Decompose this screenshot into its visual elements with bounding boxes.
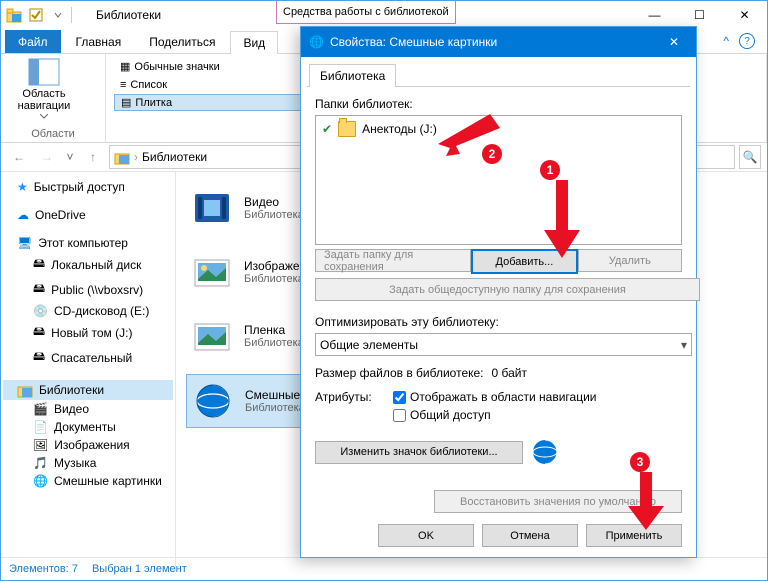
nav-libraries[interactable]: Библиотеки — [3, 380, 173, 400]
nav-pane-button[interactable]: Область навигации — [9, 58, 79, 119]
nav-lib-music[interactable]: 🎵Музыка — [3, 454, 173, 472]
window-title: Библиотеки — [96, 8, 161, 22]
up-button[interactable]: ↑ — [81, 145, 105, 169]
set-save-folder-button: Задать папку для сохранения — [315, 249, 471, 272]
disk-icon: 🖴 — [33, 254, 45, 275]
annotation-arrow-3 — [626, 472, 666, 532]
maximize-button[interactable]: ☐ — [677, 1, 722, 29]
libraries-icon — [114, 149, 130, 165]
folder-icon — [338, 121, 356, 137]
nav-lib-funny[interactable]: 🌐Смешные картинки — [3, 472, 173, 490]
annotation-marker-2: 2 — [482, 144, 502, 164]
dialog-close-button[interactable]: ✕ — [660, 35, 688, 49]
qat-sep — [71, 7, 72, 23]
tab-library[interactable]: Библиотека — [309, 64, 396, 87]
qat-checkbox-icon[interactable] — [27, 6, 45, 24]
optimize-label: Оптимизировать эту библиотеку: — [315, 315, 682, 329]
network-drive-icon: 🖴 — [33, 279, 45, 300]
video-library-icon — [192, 188, 232, 228]
tab-view[interactable]: Вид — [230, 31, 278, 54]
optimize-select[interactable]: Общие элементы▾ — [315, 333, 692, 356]
dialog-tab-strip: Библиотека — [307, 63, 690, 87]
chevron-down-icon: ▾ — [681, 338, 687, 352]
navigation-pane: ★Быстрый доступ ☁OneDrive 🖥Этот компьюте… — [1, 172, 176, 571]
annotation-marker-1: 1 — [540, 160, 560, 180]
nav-new-volume[interactable]: 🖴Новый том (J:) — [3, 320, 173, 345]
cd-icon: 💿 — [33, 304, 48, 318]
recent-dropdown[interactable]: ˅ — [63, 145, 77, 169]
annotation-arrow-1 — [542, 180, 582, 260]
title-bar: Библиотеки Средства работы с библиотекой… — [1, 1, 767, 29]
nav-onedrive[interactable]: ☁OneDrive — [3, 206, 173, 224]
ribbon-group-areas: Области — [9, 128, 97, 140]
nav-pane-icon — [28, 58, 60, 86]
tile-icon: ▤ — [121, 96, 131, 109]
video-icon: 🎬 — [33, 402, 48, 416]
nav-lib-pictures[interactable]: 🖼Изображения — [3, 436, 173, 454]
music-icon: 🎵 — [33, 456, 48, 470]
shared-access-checkbox[interactable]: Общий доступ — [393, 408, 596, 422]
star-icon: ★ — [17, 180, 28, 194]
chevron-down-icon — [40, 114, 48, 119]
funny-library-icon — [193, 381, 233, 421]
folder-buttons-row: Задать папку для сохранения Добавить... … — [315, 249, 682, 274]
size-label: Размер файлов в библиотеке: — [315, 366, 484, 380]
status-selection: Выбран 1 элемент — [92, 563, 187, 575]
qat-dropdown-icon[interactable] — [49, 6, 67, 24]
tab-file[interactable]: Файл — [5, 30, 61, 53]
minimize-button[interactable]: — — [632, 1, 677, 29]
disk-icon: 🖴 — [33, 322, 45, 343]
ok-button[interactable]: OK — [378, 524, 474, 547]
tab-share[interactable]: Поделиться — [136, 30, 228, 53]
cancel-button[interactable]: Отмена — [482, 524, 578, 547]
remove-folder-button: Удалить — [578, 249, 682, 272]
tab-home[interactable]: Главная — [63, 30, 135, 53]
film-library-icon — [192, 316, 232, 356]
icons-icon: ▦ — [120, 60, 130, 73]
show-in-nav-pane-checkbox[interactable]: Отображать в области навигации — [393, 390, 596, 404]
forward-button[interactable]: → — [35, 145, 59, 169]
back-button[interactable]: ← — [7, 145, 31, 169]
dialog-titlebar[interactable]: 🌐 Свойства: Смешные картинки ✕ — [301, 27, 696, 57]
check-icon: ✔ — [322, 122, 332, 136]
search-icon: 🔍 — [743, 150, 758, 164]
nav-rescue[interactable]: 🖴Спасательный — [3, 345, 173, 370]
nav-quick-access[interactable]: ★Быстрый доступ — [3, 178, 173, 196]
nav-this-pc[interactable]: 🖥Этот компьютер — [3, 234, 173, 252]
globe-icon: 🌐 — [309, 35, 324, 49]
status-item-count: Элементов: 7 — [9, 563, 78, 575]
status-bar: Элементов: 7 Выбран 1 элемент — [1, 557, 767, 580]
current-library-icon — [531, 438, 559, 466]
attributes-label: Атрибуты: — [315, 390, 385, 404]
folders-label: Папки библиотек: — [315, 97, 682, 111]
dialog-title: Свойства: Смешные картинки — [330, 35, 497, 49]
size-value: 0 байт — [492, 366, 527, 380]
set-public-save-folder-button: Задать общедоступную папку для сохранени… — [315, 278, 700, 301]
app-icon — [5, 6, 23, 24]
nav-lib-documents[interactable]: 📄Документы — [3, 418, 173, 436]
search-box[interactable]: 🔍 — [739, 145, 761, 169]
globe-icon: 🌐 — [33, 474, 48, 488]
pictures-library-icon — [192, 252, 232, 292]
change-icon-button[interactable]: Изменить значок библиотеки... — [315, 441, 523, 464]
annotation-marker-3: 3 — [630, 452, 650, 472]
nav-cd-drive[interactable]: 💿CD-дисковод (E:) — [3, 302, 173, 320]
documents-icon: 📄 — [33, 420, 48, 434]
disk-icon: 🖴 — [33, 347, 45, 368]
pc-icon: 🖥 — [17, 236, 32, 250]
ribbon-collapse-icon[interactable]: ^ — [723, 34, 729, 48]
close-button[interactable]: ✕ — [722, 1, 767, 29]
nav-public-share[interactable]: 🖴Public (\\vboxsrv) — [3, 277, 173, 302]
nav-local-disk[interactable]: 🖴Локальный диск — [3, 252, 173, 277]
contextual-tab-title: Средства работы с библиотекой — [276, 1, 456, 24]
list-icon: ≡ — [120, 79, 126, 91]
libraries-icon — [17, 382, 33, 398]
cloud-icon: ☁ — [17, 208, 29, 222]
pictures-icon: 🖼 — [33, 438, 48, 452]
help-icon[interactable]: ? — [739, 33, 755, 49]
nav-lib-video[interactable]: 🎬Видео — [3, 400, 173, 418]
breadcrumb[interactable]: Библиотеки — [142, 150, 207, 164]
